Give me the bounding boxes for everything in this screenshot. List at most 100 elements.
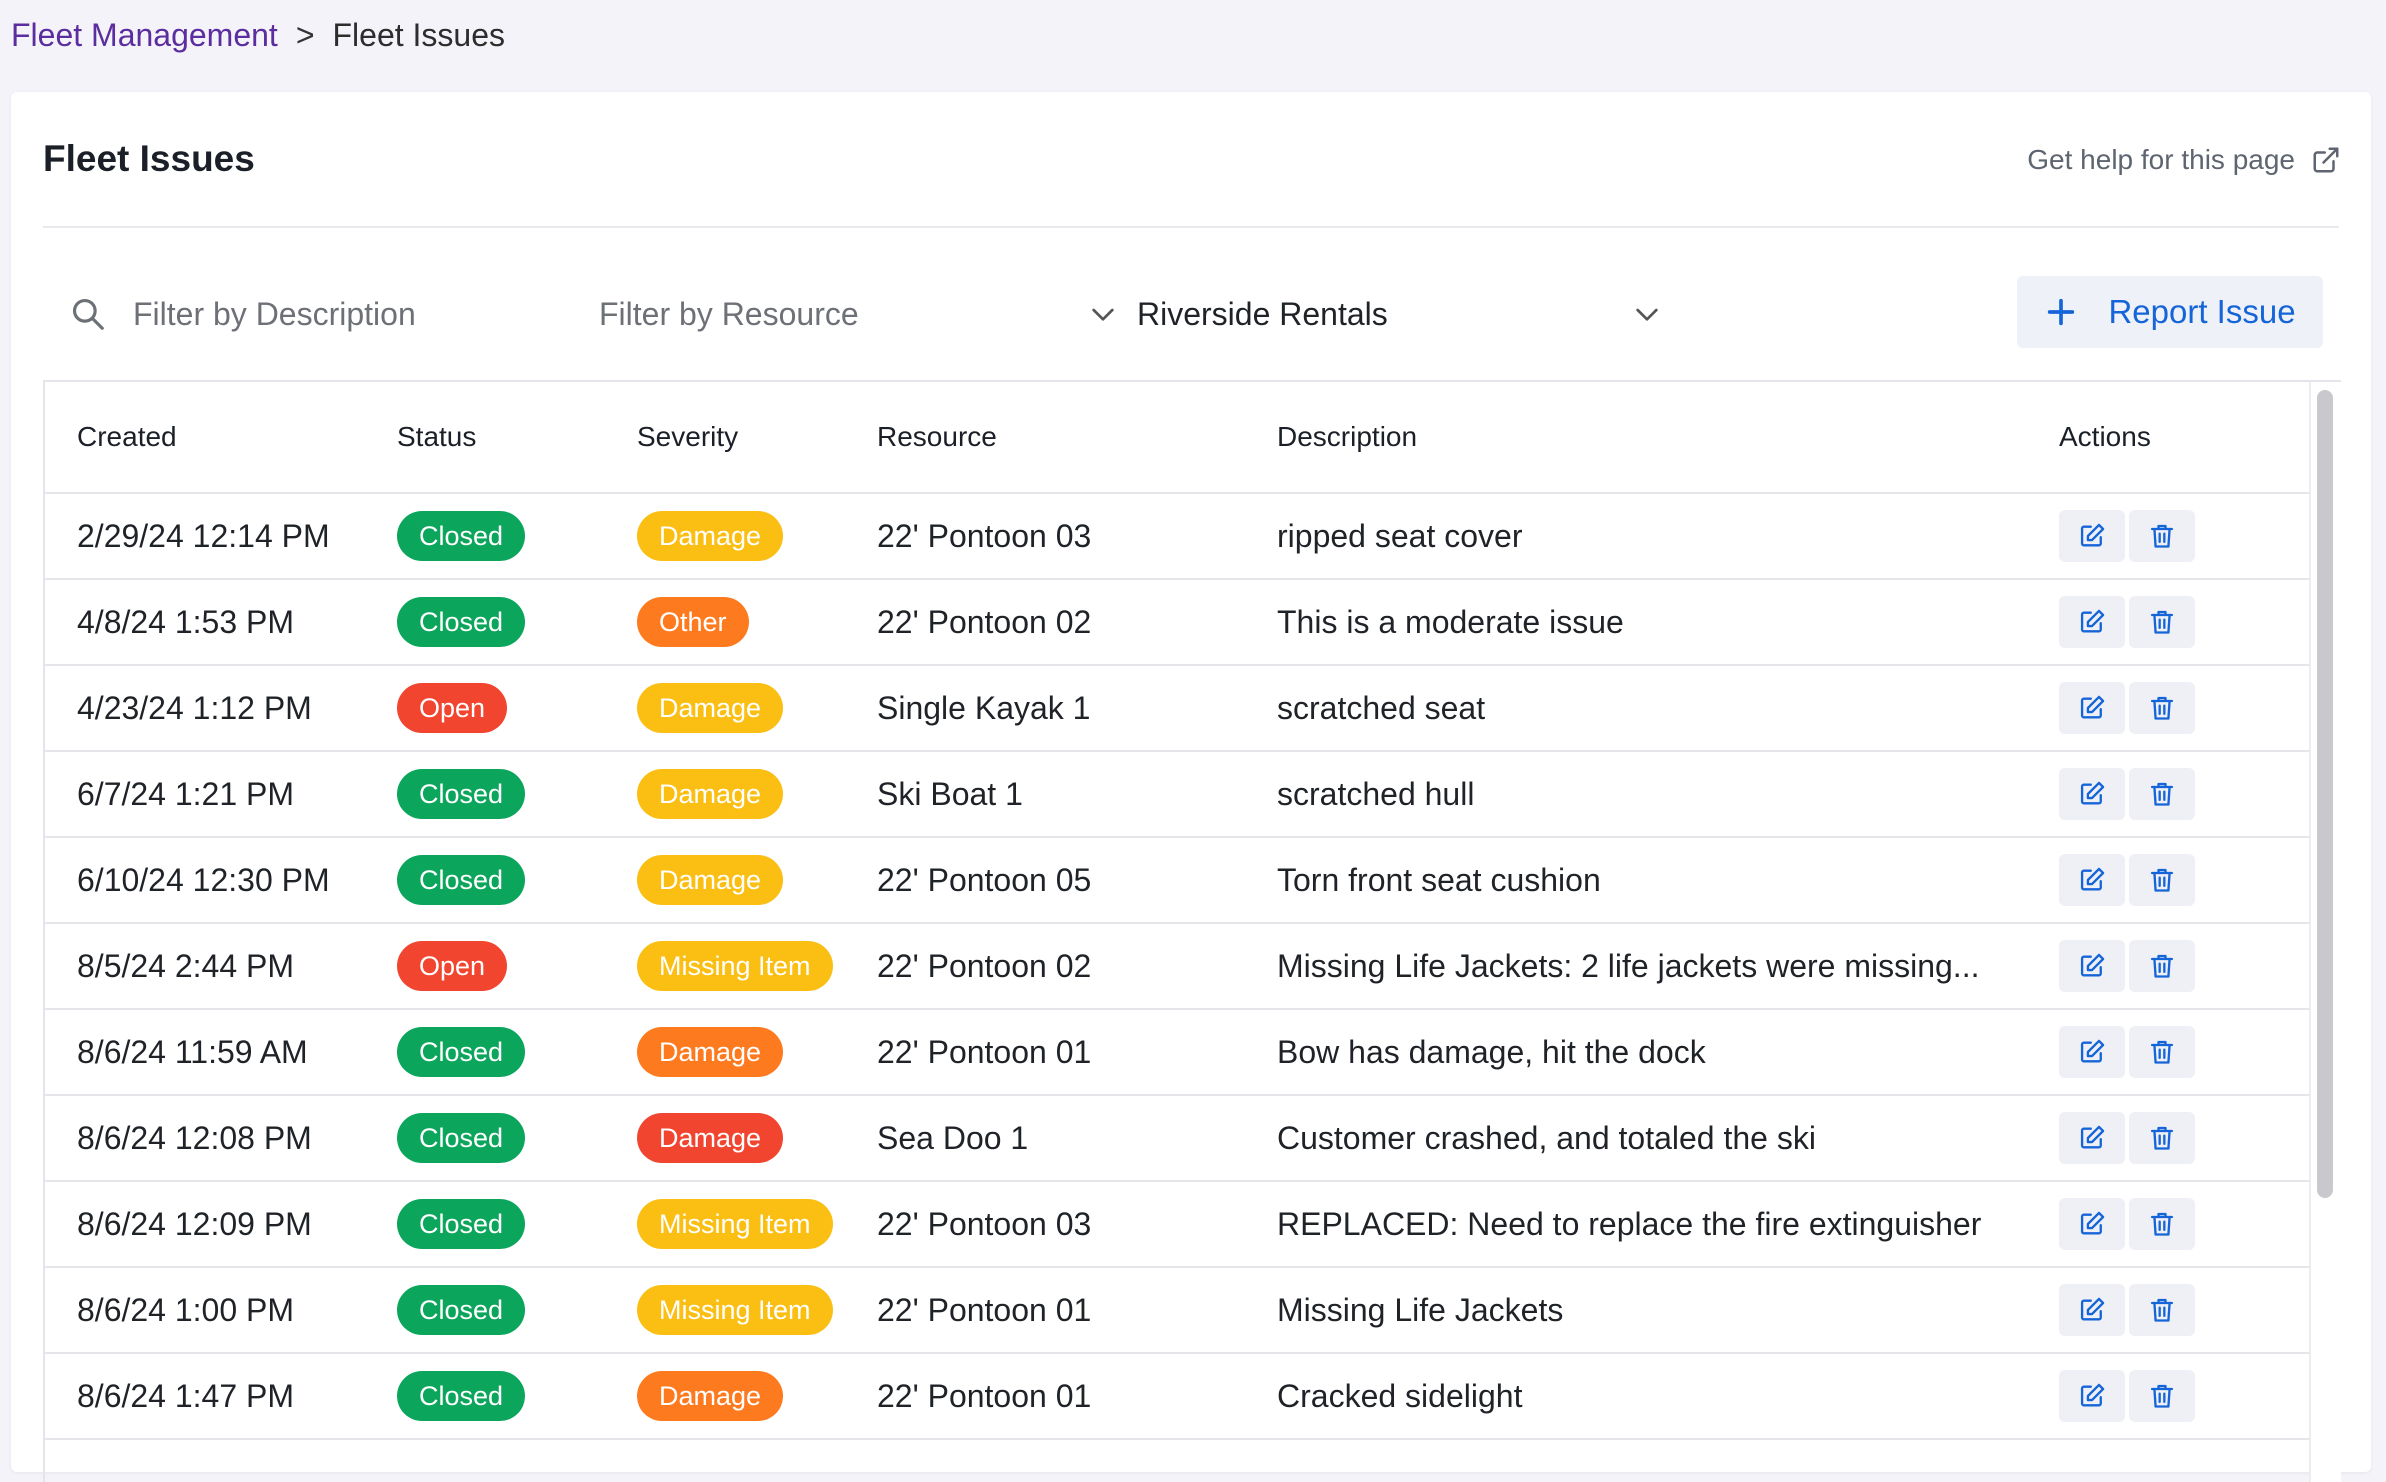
- status-badge: Closed: [397, 769, 526, 819]
- severity-cell: Damage: [605, 665, 845, 752]
- edit-button[interactable]: [2059, 1284, 2125, 1336]
- column-header-severity[interactable]: Severity: [605, 382, 845, 494]
- table-row[interactable]: 6/7/24 1:21 PM Closed Damage Ski Boat 1 …: [45, 751, 2309, 838]
- column-header-resource[interactable]: Resource: [845, 382, 1245, 494]
- table-row[interactable]: 8/6/24 12:08 PM Closed Damage Sea Doo 1 …: [45, 1095, 2309, 1182]
- edit-icon: [2080, 1297, 2105, 1321]
- edit-button[interactable]: [2059, 1026, 2125, 1078]
- created-value: 8/6/24 12:09 PM: [77, 1205, 312, 1242]
- actions-cell: [2027, 1095, 2309, 1182]
- edit-button[interactable]: [2059, 768, 2125, 820]
- delete-button[interactable]: [2129, 1370, 2195, 1422]
- status-badge: Closed: [397, 597, 526, 647]
- breadcrumb-fleet-management-link[interactable]: Fleet Management: [11, 17, 278, 53]
- delete-button[interactable]: [2129, 854, 2195, 906]
- breadcrumb: Fleet Management > Fleet Issues: [11, 14, 505, 56]
- edit-icon: [2080, 953, 2105, 977]
- column-header-description[interactable]: Description: [1245, 382, 2027, 494]
- resource-cell: Sea Doo 1: [845, 1095, 1245, 1182]
- delete-button[interactable]: [2129, 682, 2195, 734]
- table-row[interactable]: 8/6/24 11:59 AM Closed Damage 22' Pontoo…: [45, 1009, 2309, 1096]
- column-header-status[interactable]: Status: [365, 382, 605, 494]
- description-cell: scratched seat: [1245, 665, 2027, 752]
- description-value: Missing Life Jackets: [1277, 1291, 1564, 1328]
- table-row[interactable]: 8/6/24 12:09 PM Closed Missing Item 22' …: [45, 1181, 2309, 1268]
- resource-value: 22' Pontoon 01: [877, 1377, 1092, 1414]
- actions-cell: [2027, 1353, 2309, 1440]
- status-badge: Closed: [397, 855, 526, 905]
- resource-value: 22' Pontoon 01: [877, 1033, 1092, 1070]
- page-title: Fleet Issues: [43, 138, 255, 179]
- column-header-actions: Actions: [2027, 382, 2309, 494]
- edit-button[interactable]: [2059, 854, 2125, 906]
- severity-cell: Missing Item: [605, 1181, 845, 1268]
- resource-cell: 22' Pontoon 03: [845, 1181, 1245, 1268]
- resource-filter-select[interactable]: Filter by Resource: [599, 284, 1119, 344]
- resource-cell: 22' Pontoon 03: [845, 493, 1245, 580]
- edit-icon: [2080, 1039, 2105, 1063]
- resource-value: 22' Pontoon 05: [877, 861, 1092, 898]
- trash-icon: [2150, 954, 2174, 978]
- created-cell: 8/6/24 12:08 PM: [45, 1095, 365, 1182]
- actions-cell: [2027, 751, 2309, 838]
- delete-button[interactable]: [2129, 1112, 2195, 1164]
- description-value: Torn front seat cushion: [1277, 861, 1601, 898]
- edit-button[interactable]: [2059, 1112, 2125, 1164]
- delete-button[interactable]: [2129, 940, 2195, 992]
- edit-button[interactable]: [2059, 1198, 2125, 1250]
- help-link[interactable]: Get help for this page: [2027, 140, 2341, 180]
- status-cell: Closed: [365, 579, 605, 666]
- created-value: 4/23/24 1:12 PM: [77, 689, 312, 726]
- column-header-created[interactable]: Created: [45, 382, 365, 494]
- edit-button[interactable]: [2059, 510, 2125, 562]
- created-value: 8/5/24 2:44 PM: [77, 947, 295, 984]
- trash-icon: [2150, 610, 2174, 634]
- edit-button[interactable]: [2059, 1370, 2125, 1422]
- scrollbar-thumb[interactable]: [2317, 390, 2333, 1198]
- table-row[interactable]: 8/6/24 1:00 PM Closed Missing Item 22' P…: [45, 1267, 2309, 1354]
- delete-button[interactable]: [2129, 1284, 2195, 1336]
- table-row[interactable]: 4/8/24 1:53 PM Closed Other 22' Pontoon …: [45, 579, 2309, 666]
- description-value: scratched hull: [1277, 775, 1475, 812]
- edit-icon: [2080, 867, 2105, 891]
- status-badge: Closed: [397, 1027, 526, 1077]
- trash-icon: [2150, 1298, 2174, 1322]
- resource-filter-placeholder: Filter by Resource: [599, 295, 859, 332]
- table-row[interactable]: 6/10/24 12:30 PM Closed Damage 22' Ponto…: [45, 837, 2309, 924]
- created-value: 8/6/24 12:08 PM: [77, 1119, 312, 1156]
- location-select[interactable]: Riverside Rentals: [1137, 284, 1663, 344]
- severity-badge: Missing Item: [637, 941, 833, 991]
- edit-button[interactable]: [2059, 682, 2125, 734]
- report-issue-label: Report Issue: [2108, 293, 2296, 330]
- severity-badge: Damage: [637, 1371, 784, 1421]
- actions-cell: [2027, 1009, 2309, 1096]
- delete-button[interactable]: [2129, 1026, 2195, 1078]
- delete-button[interactable]: [2129, 596, 2195, 648]
- trash-icon: [2150, 696, 2174, 720]
- edit-button[interactable]: [2059, 596, 2125, 648]
- severity-badge: Damage: [637, 769, 784, 819]
- resource-cell: 22' Pontoon 05: [845, 837, 1245, 924]
- report-issue-button[interactable]: Report Issue: [2017, 276, 2323, 348]
- created-cell: 8/6/24 11:59 AM: [45, 1009, 365, 1096]
- table-row[interactable]: 4/23/24 1:12 PM Open Damage Single Kayak…: [45, 665, 2309, 752]
- description-cell: Torn front seat cushion: [1245, 837, 2027, 924]
- severity-badge: Damage: [637, 1113, 784, 1163]
- actions-cell: [2027, 665, 2309, 752]
- edit-button[interactable]: [2059, 940, 2125, 992]
- table-row[interactable]: 8/6/24 1:47 PM Closed Damage 22' Pontoon…: [45, 1353, 2309, 1440]
- table-scrollbar[interactable]: [2309, 382, 2341, 1482]
- severity-cell: Damage: [605, 493, 845, 580]
- description-filter-input[interactable]: [131, 294, 575, 334]
- table-row[interactable]: 2/29/24 12:14 PM Closed Damage 22' Ponto…: [45, 493, 2309, 580]
- delete-button[interactable]: [2129, 510, 2195, 562]
- created-cell: 8/6/24 12:09 PM: [45, 1181, 365, 1268]
- created-value: 2/29/24 12:14 PM: [77, 517, 330, 554]
- delete-button[interactable]: [2129, 768, 2195, 820]
- delete-button[interactable]: [2129, 1198, 2195, 1250]
- created-cell: 8/6/24 1:47 PM: [45, 1353, 365, 1440]
- created-cell: 6/10/24 12:30 PM: [45, 837, 365, 924]
- description-cell: Bow has damage, hit the dock: [1245, 1009, 2027, 1096]
- table-row[interactable]: 8/5/24 2:44 PM Open Missing Item 22' Pon…: [45, 923, 2309, 1010]
- status-badge: Closed: [397, 1199, 526, 1249]
